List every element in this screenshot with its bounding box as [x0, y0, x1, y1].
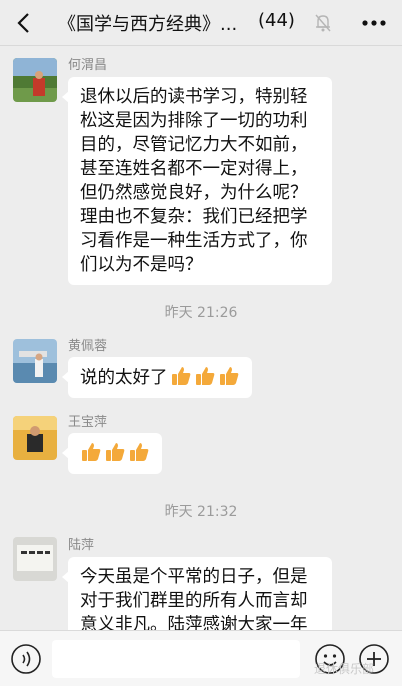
more-dots-icon[interactable]: [356, 10, 392, 36]
thumbs-up-icon: [195, 367, 214, 385]
message-line: 松这是因为排除了一切的功利: [80, 111, 308, 131]
sender-name: 王宝萍: [68, 415, 108, 430]
chevron-left-icon[interactable]: [10, 8, 38, 38]
message-bubble[interactable]: 说的太好了: [62, 357, 252, 398]
message-line: 退休以后的读书学习，特别轻: [80, 87, 308, 107]
message-line: 甚至连姓名都不一定对得上，: [80, 159, 308, 179]
message-line: 对于我们群里的所有人而言却: [80, 591, 308, 611]
message-input[interactable]: [52, 640, 300, 678]
avatar[interactable]: [13, 537, 57, 581]
message-line: 但仍然感觉良好，为什么呢？: [80, 183, 308, 203]
avatar[interactable]: [13, 58, 57, 102]
message-bubble[interactable]: 退休以后的读书学习，特别轻 松这是因为排除了一切的功利 目的，尽管记忆力大不如前…: [62, 77, 332, 285]
sender-name: 何渭昌: [68, 58, 108, 73]
input-bar: [0, 630, 402, 686]
timestamp: 昨天 21:26: [164, 305, 238, 321]
avatar[interactable]: [13, 416, 57, 460]
message-line: 们以为不是吗？: [80, 255, 203, 275]
message-line: 习看作是一种生活方式了，你: [80, 231, 308, 251]
thumbs-up-icon: [219, 367, 238, 385]
message-line: 目的，尽管记忆力大不如前，: [80, 135, 308, 155]
voice-icon[interactable]: [10, 643, 42, 675]
thumbs-up-icon: [171, 367, 190, 385]
thumbs-up-icon: [82, 443, 101, 461]
message-text: 说的太好了: [80, 368, 168, 388]
member-count: (44): [258, 10, 295, 31]
message-line: 理由也不复杂：我们已经把学: [80, 207, 308, 227]
chat-area[interactable]: 何渭昌 退休以后的读书学习，特别轻 松这是因为排除了一切的功利 目的，尽管记忆力…: [0, 47, 402, 630]
watermark: 退休俱乐部: [314, 662, 375, 676]
avatar[interactable]: [13, 339, 57, 383]
thumbs-up-icon: [106, 443, 125, 461]
message-line: 今天虽是个平常的日子，但是: [80, 567, 308, 587]
sender-name: 黄佩蓉: [68, 339, 108, 354]
message-line: 意义非凡。陆萍感谢大家一年: [80, 615, 308, 630]
message-bubble[interactable]: [62, 433, 162, 474]
bell-off-icon: [315, 14, 331, 32]
message-bubble[interactable]: 今天虽是个平常的日子，但是 对于我们群里的所有人而言却 意义非凡。陆萍感谢大家一…: [62, 557, 332, 630]
thumbs-up-icon: [130, 443, 149, 461]
timestamp: 昨天 21:32: [164, 504, 238, 520]
chat-header: 《国学与西方经典》... (44): [0, 0, 402, 46]
sender-name: 陆萍: [68, 538, 95, 553]
